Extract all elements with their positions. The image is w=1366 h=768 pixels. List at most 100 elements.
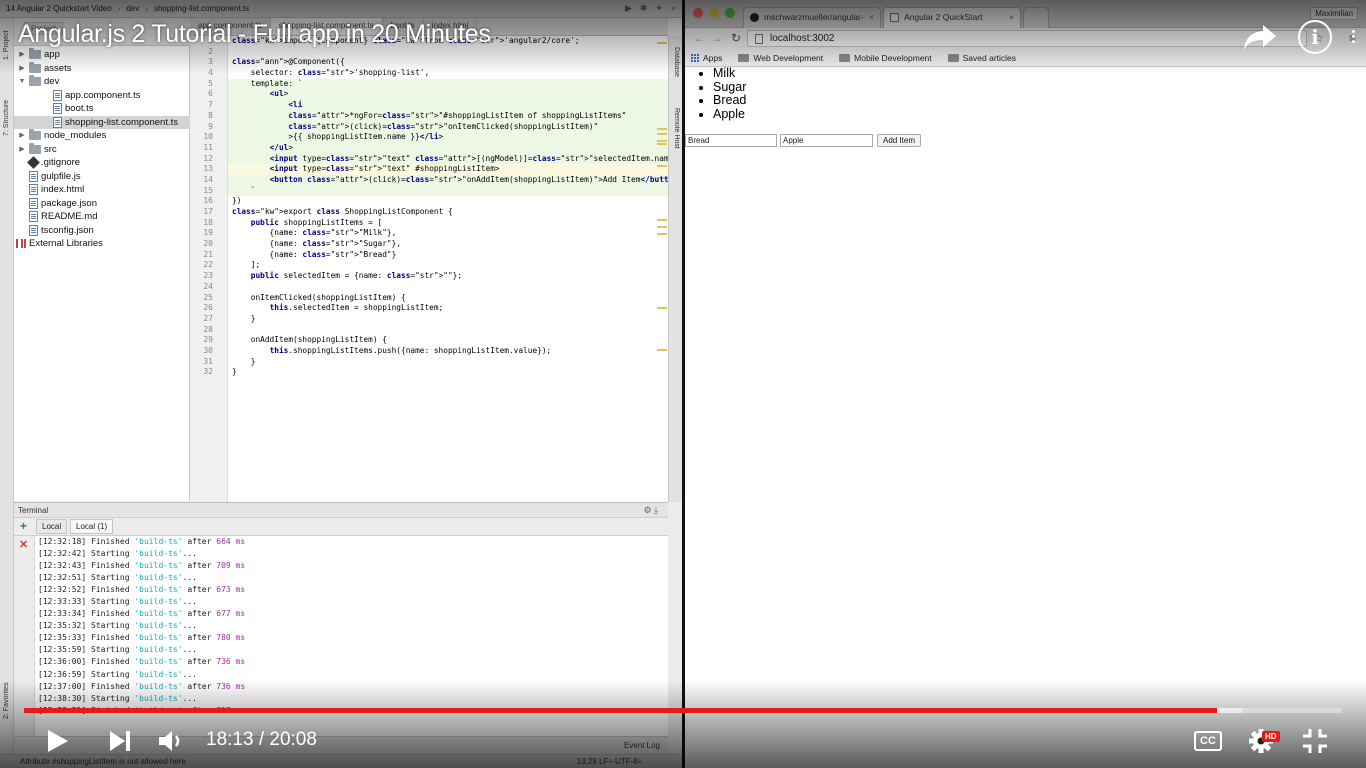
reload-icon[interactable]: ↻ [731, 31, 741, 45]
code-line[interactable]: </ul> [228, 142, 668, 154]
tree-item[interactable]: ▶ node_modules [14, 129, 190, 142]
code-line[interactable]: <li [228, 100, 668, 111]
tree-item[interactable]: shopping-list.component.ts [14, 115, 190, 129]
new-tab-button[interactable] [1023, 7, 1049, 28]
window-maximize-button[interactable] [725, 8, 735, 18]
code-line[interactable]: } [228, 357, 668, 368]
tool-remote-host[interactable]: Remote Host [669, 100, 682, 156]
expand-arrow-icon[interactable]: ▶ [18, 143, 26, 156]
shopping-list-item[interactable]: Milk [713, 66, 746, 81]
code-line[interactable]: >{{ shoppingListItem.name }}</li> [228, 132, 668, 143]
tree-item[interactable]: boot.ts [14, 102, 190, 115]
selected-item-input[interactable]: Bread [685, 134, 777, 147]
terminal-output[interactable]: [12:32:18] Finished 'build-ts' after 664… [34, 536, 668, 736]
change-marker[interactable] [657, 128, 667, 130]
forward-icon[interactable]: → [711, 31, 723, 45]
change-marker[interactable] [657, 349, 667, 351]
expand-arrow-icon[interactable]: ▶ [18, 62, 26, 75]
expand-arrow-icon[interactable]: ▶ [18, 129, 26, 142]
tool-favorites[interactable]: 2: Favorites [0, 668, 14, 734]
tool-project[interactable]: 1: Project [0, 22, 14, 68]
tree-item[interactable]: README.md [14, 210, 190, 223]
code-line[interactable]: <input type=class="str">"text" class="at… [228, 153, 668, 165]
tree-item[interactable]: index.html [14, 183, 190, 196]
exit-fullscreen-icon[interactable] [1302, 728, 1328, 754]
code-line[interactable]: class="attr">(click)=class="str">"onItem… [228, 121, 668, 133]
change-marker[interactable] [657, 133, 667, 135]
cursor-position[interactable]: 13:28 LF÷ UTF-8÷ [577, 755, 642, 768]
bookmark-saved-articles[interactable]: Saved articles [947, 53, 1016, 63]
close-icon[interactable]: ✕ [19, 538, 28, 551]
code-line[interactable]: <button class="attr">(click)=class="str"… [228, 174, 668, 186]
tree-item[interactable]: tsconfig.json [14, 224, 190, 237]
gear-icon[interactable]: ⚙ ⤓ [643, 503, 658, 518]
captions-icon[interactable]: CC [1194, 731, 1222, 751]
play-icon[interactable] [44, 728, 70, 754]
code-line[interactable]: {name: class="str">"Bread"} [228, 250, 668, 261]
shopping-list-item[interactable]: Apple [713, 107, 746, 122]
tree-item[interactable]: ▶ src [14, 142, 190, 156]
expand-arrow-icon[interactable]: ▼ [18, 75, 26, 88]
code-line[interactable]: this.selectedItem = shoppingListItem; [228, 303, 668, 314]
code-line[interactable]: } [228, 314, 668, 325]
code-line[interactable] [228, 282, 668, 293]
code-line[interactable]: class="ann">@Component({ [228, 57, 668, 68]
debug-icon[interactable]: ✱ [640, 3, 648, 14]
new-item-input[interactable]: Apple [780, 134, 873, 147]
change-marker[interactable] [657, 42, 667, 44]
settings-icon[interactable]: ✦ [655, 3, 663, 14]
volume-icon[interactable] [157, 728, 185, 754]
change-marker[interactable] [657, 219, 667, 221]
code-line[interactable]: this.shoppingListItems.push({name: shopp… [228, 346, 668, 357]
change-marker[interactable] [657, 140, 667, 142]
code-line[interactable]: } [228, 367, 668, 378]
progress-bar[interactable] [24, 708, 1342, 713]
change-marker[interactable] [657, 226, 667, 228]
video-player[interactable]: 14 Angular 2 Quickstart Video › dev › sh… [0, 0, 1366, 768]
tree-item[interactable]: ▼ dev [14, 75, 190, 88]
code-line[interactable]: ]; [228, 260, 668, 271]
video-title[interactable]: Angular.js 2 Tutorial - Full app in 20 M… [18, 20, 491, 49]
run-icon[interactable]: ▶ [625, 3, 632, 14]
browser-tab-github[interactable]: mschwarzmueller/angular- × [743, 7, 881, 28]
tree-item[interactable]: ▶ app [14, 48, 190, 61]
profile-button[interactable]: Maximilian [1310, 7, 1358, 20]
breadcrumb-folder[interactable]: dev [126, 4, 139, 13]
code-line[interactable]: {name: class="str">"Milk"}, [228, 228, 668, 239]
tool-database[interactable]: Database [669, 40, 682, 84]
code-line[interactable]: <ul> [228, 89, 668, 101]
bookmark-web-development[interactable]: Web Development [738, 53, 823, 63]
tree-item[interactable]: .gitignore [14, 156, 190, 169]
tree-item[interactable]: app.component.ts [14, 89, 190, 102]
bookmark-apps[interactable]: Apps [691, 53, 722, 63]
code-line[interactable]: ` [228, 185, 668, 197]
change-marker[interactable] [657, 233, 667, 235]
back-icon[interactable]: ← [693, 31, 705, 45]
change-marker[interactable] [657, 143, 667, 145]
code-editor[interactable]: class="kw">import {Component} class="kw"… [228, 36, 668, 502]
code-line[interactable]: <input type=class="str">"text" #shopping… [228, 164, 668, 175]
window-close-button[interactable] [693, 8, 703, 18]
breadcrumb-project[interactable]: 14 Angular 2 Quickstart Video [6, 4, 112, 13]
code-line[interactable]: onAddItem(shoppingListItem) { [228, 335, 668, 346]
tree-item[interactable]: package.json [14, 197, 190, 210]
more-options-icon[interactable] [1346, 30, 1360, 44]
code-line[interactable]: onItemClicked(shoppingListItem) { [228, 293, 668, 304]
new-terminal-icon[interactable]: + [20, 519, 27, 533]
window-minimize-button[interactable] [709, 8, 719, 18]
event-log-tab[interactable]: Event Log [624, 741, 660, 750]
code-line[interactable]: template: ` [228, 78, 668, 90]
tool-structure[interactable]: 7: Structure [0, 88, 14, 148]
browser-tab-active[interactable]: Angular 2 QuickStart × [883, 7, 1021, 28]
code-line[interactable]: {name: class="str">"Sugar"}, [228, 239, 668, 250]
code-line[interactable]: class="kw">export class ShoppingListComp… [228, 207, 668, 218]
code-line[interactable]: public shoppingListItems = [ [228, 218, 668, 229]
shopping-list-item[interactable]: Sugar [713, 80, 746, 95]
address-bar[interactable]: localhost:3002 [747, 30, 1307, 47]
code-line[interactable]: selector: class="str">'shopping-list', [228, 68, 668, 79]
expand-arrow-icon[interactable]: ▶ [18, 48, 26, 61]
tab-close-icon[interactable]: × [869, 8, 874, 27]
tree-item[interactable]: ▶ assets [14, 61, 190, 75]
change-marker[interactable] [657, 307, 667, 309]
add-item-button[interactable]: Add Item [877, 134, 922, 147]
